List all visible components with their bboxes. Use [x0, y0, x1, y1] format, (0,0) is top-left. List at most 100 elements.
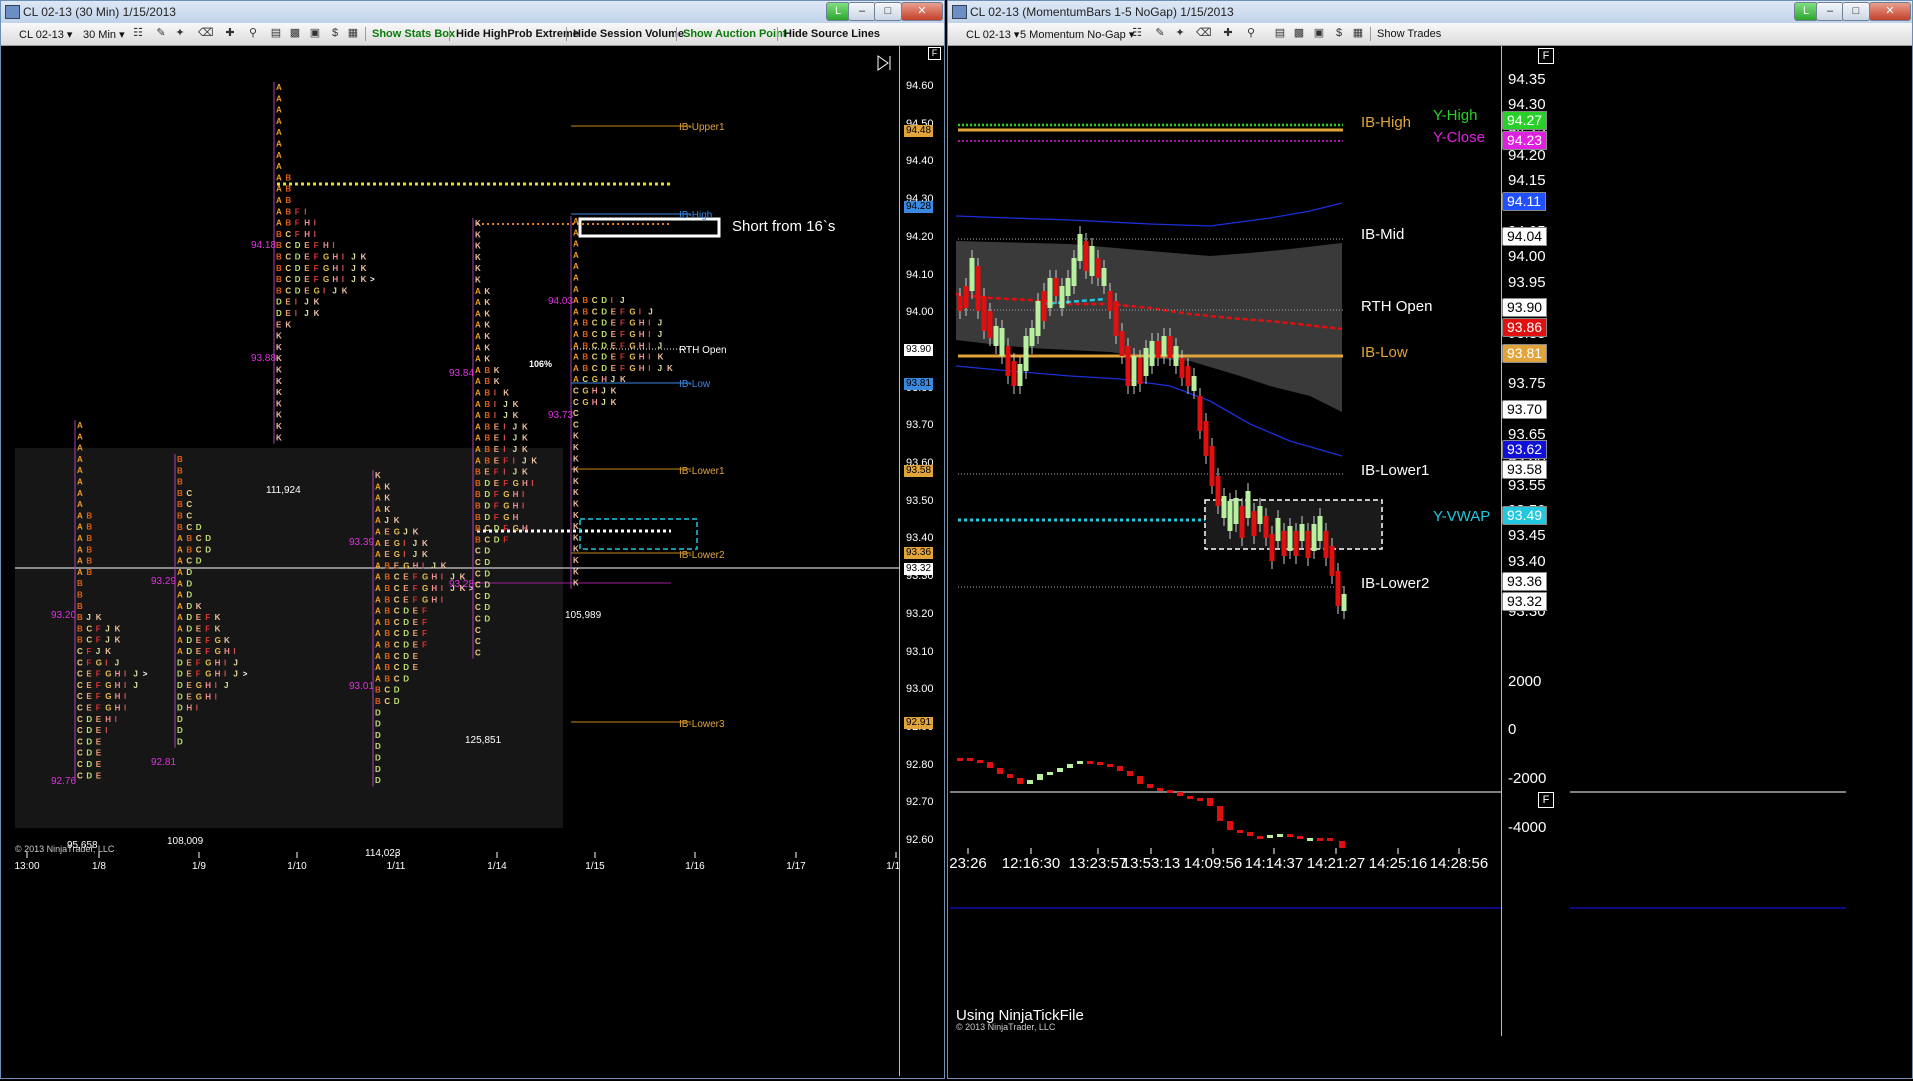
momentum-bars-canvas: Using NinjaTickFile © 2013 NinjaTrader, …	[949, 55, 1846, 1032]
link-button[interactable]: L	[1794, 2, 1818, 21]
strategies-icon[interactable]: ▩	[288, 27, 302, 40]
tpo-letter: K	[96, 613, 102, 622]
strategies-icon[interactable]: ▩	[1292, 27, 1306, 40]
tpo-letter: K	[658, 353, 664, 362]
pencil-icon[interactable]: ✎	[154, 27, 168, 40]
tpo-letter: A	[77, 534, 83, 543]
scroll-end-icon[interactable]	[877, 55, 891, 71]
tpo-letter: B	[384, 641, 390, 650]
pencil-icon[interactable]: ✎	[1153, 27, 1167, 40]
maximize-button[interactable]: □	[874, 2, 902, 21]
tpo-letter: B	[186, 534, 192, 543]
drawing-tool-icon[interactable]: ✦	[173, 27, 187, 40]
tpo-letter: G	[205, 670, 211, 679]
tpo-letter: H	[431, 573, 437, 582]
instrument-selector[interactable]: CL 02-13 ▾	[19, 28, 72, 41]
chart-properties-icon[interactable]: ▣	[308, 27, 322, 40]
eraser-icon[interactable]: ⌫	[198, 27, 214, 40]
data-box-icon[interactable]: ▦	[1351, 27, 1365, 40]
market-profile-plot[interactable]: AAAAAAAAABABABABABABBBBBJKBCFJKBCFJKCFJK…	[3, 46, 906, 1076]
tpo-letter: A	[573, 330, 579, 339]
tpo-letter: I	[648, 341, 650, 350]
tpo-letter: C	[475, 581, 481, 590]
tpo-letter: E	[494, 479, 500, 488]
tpo-letter: H	[105, 715, 111, 724]
link-button[interactable]: L	[826, 2, 850, 21]
axis-flag[interactable]: F	[1538, 48, 1554, 64]
delta-bar	[1257, 836, 1263, 839]
indicators-icon[interactable]: ▤	[1273, 27, 1287, 40]
minimize-button[interactable]: –	[1816, 2, 1844, 21]
sub-axis-flag[interactable]: F	[1538, 792, 1554, 808]
tpo-letter: A	[475, 332, 481, 341]
tpo-letter: E	[384, 539, 390, 548]
show-stats-box-button[interactable]: Show Stats Box	[372, 28, 455, 40]
tpo-letter: K	[573, 454, 579, 463]
dollar-icon[interactable]: $	[1332, 27, 1346, 40]
hide-session-volume-button[interactable]: Hide Session Volume	[573, 28, 684, 40]
tpo-letter: A	[573, 240, 579, 249]
tpo-letter: A	[475, 309, 481, 318]
bar-style-icon[interactable]: ☷	[1130, 27, 1144, 40]
period-selector[interactable]: 30 Min ▾	[83, 28, 125, 41]
close-button[interactable]: ✕	[1869, 2, 1911, 21]
x-tick-label: 12:16:30	[1002, 855, 1060, 872]
period-selector[interactable]: 5 Momentum No-Gap ▾	[1020, 28, 1134, 41]
show-trades-button[interactable]: Show Trades	[1377, 28, 1441, 40]
tpo-letter: A	[77, 557, 83, 566]
tpo-letter: I	[105, 726, 107, 735]
chart-properties-icon[interactable]: ▣	[1312, 27, 1326, 40]
tpo-letter: H	[115, 670, 121, 679]
dollar-icon[interactable]: $	[328, 27, 342, 40]
tpo-letter: G	[592, 375, 598, 384]
maximize-button[interactable]: □	[1842, 2, 1870, 21]
zoom-icon[interactable]: ⚲	[246, 27, 260, 40]
tpo-letter: K	[484, 287, 490, 296]
instrument-selector[interactable]: CL 02-13 ▾	[966, 28, 1019, 41]
bar-style-icon[interactable]: ☷	[131, 27, 145, 40]
zoom-icon[interactable]: ⚲	[1244, 27, 1258, 40]
candle	[1071, 258, 1077, 286]
tpo-letter: F	[494, 513, 499, 522]
left-title-bar[interactable]: CL 02-13 (30 Min) 1/15/2013 L – □ ✕	[1, 1, 944, 23]
show-auction-point-button[interactable]: Show Auction Point	[683, 28, 786, 40]
drawing-tool-icon[interactable]: ✦	[1173, 27, 1187, 40]
left-price-axis[interactable]: F 94.60 94.50 94.40 94.30 94.20 94.10 94.00 93.…	[899, 46, 944, 1076]
minimize-button[interactable]: –	[848, 2, 876, 21]
indicators-icon[interactable]: ▤	[269, 27, 283, 40]
hide-highprob-extreme-button[interactable]: Hide HighProb Extreme	[456, 28, 579, 40]
crosshair-icon[interactable]: ✚	[223, 27, 237, 40]
tpo-letter: C	[77, 681, 83, 690]
tpo-letter: E	[494, 445, 500, 454]
tpo-letter: B	[177, 512, 183, 521]
tpo-letter: K	[484, 321, 490, 330]
x-tick-label: 14:21:27	[1307, 855, 1365, 872]
close-button[interactable]: ✕	[901, 2, 943, 21]
y-tick-label: 94.35	[1508, 71, 1546, 88]
tpo-letter: E	[196, 636, 202, 645]
tpo-letter: E	[611, 364, 617, 373]
tpo-letter: G	[314, 286, 320, 295]
tpo-letter: B	[582, 307, 588, 316]
tpo-letter: A	[475, 298, 481, 307]
tpo-letter: A	[475, 377, 481, 386]
eraser-icon[interactable]: ⌫	[1196, 27, 1212, 40]
momentum-bars-plot[interactable]: Using NinjaTickFile © 2013 NinjaTrader, …	[949, 46, 1846, 1036]
data-box-icon[interactable]: ▦	[346, 27, 360, 40]
tpo-letter: A	[276, 196, 282, 205]
tpo-letter: J	[105, 624, 109, 633]
right-title-bar[interactable]: CL 02-13 (MomentumBars 1-5 NoGap) 1/15/2…	[948, 1, 1912, 23]
tpo-letter: A	[177, 625, 183, 634]
hide-source-lines-button[interactable]: Hide Source Lines	[784, 28, 880, 40]
tpo-letter: K	[573, 432, 579, 441]
candle	[1185, 366, 1191, 386]
right-price-axis[interactable]: F F 94.3594.3094.2594.2094.1594.1094.059…	[1501, 46, 1570, 1036]
tpo-letter: I	[648, 353, 650, 362]
tpo-letter: G	[105, 692, 111, 701]
tpo-letter: F	[620, 330, 625, 339]
crosshair-icon[interactable]: ✚	[1221, 27, 1235, 40]
axis-flag[interactable]: F	[928, 47, 941, 60]
candle	[1287, 526, 1293, 551]
tpo-letter: B	[177, 489, 183, 498]
tpo-letter: A	[573, 285, 579, 294]
